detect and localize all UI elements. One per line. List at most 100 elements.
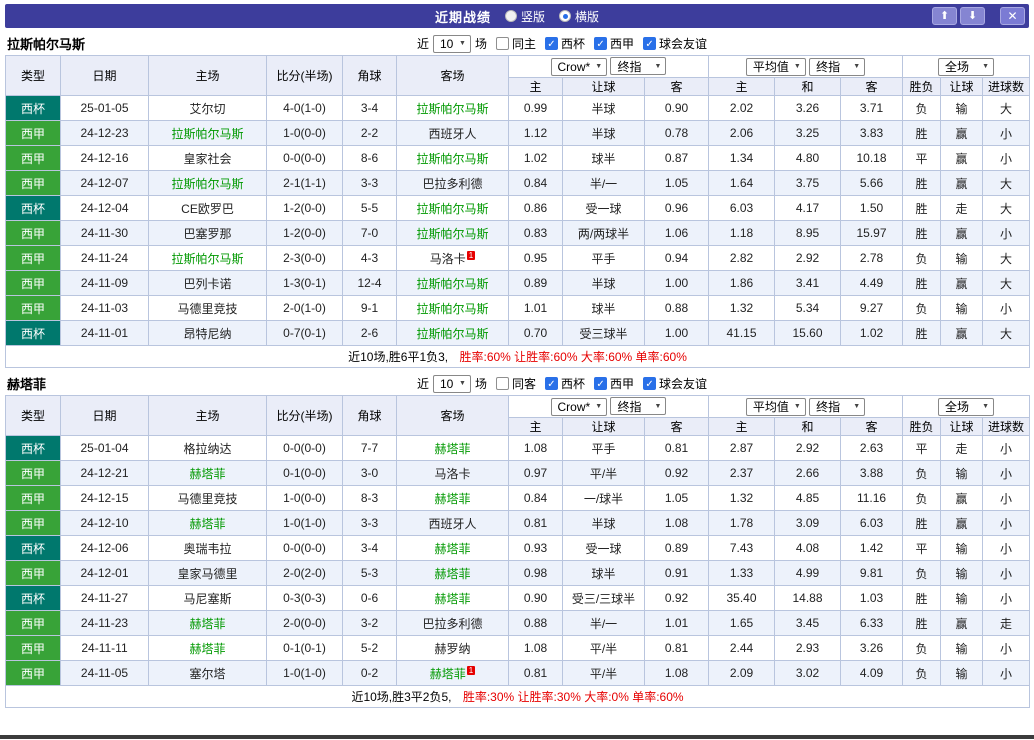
odds-home: 1.02 <box>508 145 563 171</box>
away-team: 拉斯帕尔马斯 <box>396 95 509 121</box>
league-filter-liga[interactable]: ✓ 西甲 <box>594 375 634 392</box>
final-index-select[interactable]: 终指 ▼ <box>809 397 866 416</box>
league-filter-friendly[interactable]: ✓ 球会友谊 <box>643 375 707 392</box>
league-filter-label: 球会友谊 <box>659 377 708 391</box>
odds-handicap: 一/球半 <box>562 485 645 511</box>
summary-rates: 胜率:30% 让胜率:30% 大率:0% 单率:60% <box>462 690 684 704</box>
result-handicap: 输 <box>940 535 984 561</box>
home-team: 昂特尼纳 <box>148 320 267 346</box>
avg-draw: 15.60 <box>774 320 841 346</box>
league-badge: 西杯 <box>5 435 61 461</box>
home-team: 马德里竞技 <box>148 295 267 321</box>
result-goals: 大 <box>982 320 1031 346</box>
match-row: 西甲 24-11-09 巴列卡诺 1-3(0-1) 12-4 拉斯帕尔马斯 0.89 半球 1.… <box>5 270 1031 296</box>
league-filter-cup[interactable]: ✓ 西杯 <box>545 35 585 52</box>
odds-home: 0.89 <box>508 270 563 296</box>
bookmaker-select[interactable]: Crow* ▼ <box>550 57 608 76</box>
league-badge: 西甲 <box>5 560 61 586</box>
bookmaker-select[interactable]: Crow* ▼ <box>550 397 608 416</box>
average-select[interactable]: 平均值 ▼ <box>745 397 806 416</box>
odds-handicap: 平手 <box>562 435 645 461</box>
bookmaker-value: Crow* <box>557 59 591 74</box>
result-wdl: 胜 <box>902 170 942 196</box>
average-select[interactable]: 平均值 ▼ <box>745 57 806 76</box>
match-row: 西甲 24-12-10 赫塔菲 1-0(1-0) 3-3 西班牙人 0.81 半球 1.08 1.… <box>5 510 1031 536</box>
league-badge: 西甲 <box>5 485 61 511</box>
col-odds-away: 客 <box>644 417 709 436</box>
score: 2-0(0-0) <box>266 610 343 636</box>
home-team: 拉斯帕尔马斯 <box>148 245 267 271</box>
league-badge: 西甲 <box>5 460 61 486</box>
result-goals: 大 <box>982 245 1031 271</box>
match-row: 西甲 24-12-21 赫塔菲 0-1(0-0) 3-0 马洛卡 0.97 平/半 0.92 2.… <box>5 460 1031 486</box>
avg-away: 2.78 <box>839 245 904 271</box>
result-handicap: 输 <box>940 95 984 121</box>
league-badge: 西杯 <box>5 585 61 611</box>
league-filter-liga[interactable]: ✓ 西甲 <box>594 35 634 52</box>
col-odds-home: 主 <box>508 77 563 96</box>
league-filter-cup[interactable]: ✓ 西杯 <box>545 375 585 392</box>
layout-radio-horizontal[interactable]: 横版 <box>559 8 599 25</box>
avg-home: 41.15 <box>708 320 775 346</box>
full-match-select[interactable]: 全场 ▼ <box>938 57 995 76</box>
corners: 3-4 <box>342 535 397 561</box>
col-avg-draw: 和 <box>774 417 841 436</box>
team-name-text: 格拉纳达 <box>183 441 232 456</box>
same-venue-checkbox[interactable]: 同客 <box>495 375 536 392</box>
corners: 5-5 <box>342 195 397 221</box>
match-count-select[interactable]: 10 ▼ <box>432 374 471 393</box>
odds-handicap: 受三/三球半 <box>562 585 645 611</box>
home-team: 巴列卡诺 <box>148 270 267 296</box>
full-match-value: 全场 <box>945 60 970 74</box>
col-result: 胜负 <box>902 77 942 96</box>
col-type: 类型 <box>5 395 61 436</box>
odds-away: 1.00 <box>644 270 709 296</box>
score: 0-1(0-0) <box>266 460 343 486</box>
move-up-button[interactable]: ⬆ <box>932 7 957 25</box>
league-filter-friendly[interactable]: ✓ 球会友谊 <box>643 35 707 52</box>
col-corner: 角球 <box>342 395 397 436</box>
league-badge: 西甲 <box>5 510 61 536</box>
result-handicap: 输 <box>940 660 984 686</box>
final-index-select[interactable]: 终指 ▼ <box>809 57 866 76</box>
score: 1-0(0-0) <box>266 485 343 511</box>
match-date: 24-12-01 <box>60 560 149 586</box>
final-index-select[interactable]: 终指 ▼ <box>610 397 667 416</box>
odds-away: 0.81 <box>644 635 709 661</box>
radio-icon <box>504 10 517 22</box>
col-avg-away: 客 <box>839 417 904 436</box>
same-venue-checkbox[interactable]: 同主 <box>495 35 536 52</box>
avg-draw: 14.88 <box>774 585 841 611</box>
odds-away: 1.08 <box>644 660 709 686</box>
avg-home: 2.06 <box>708 120 775 146</box>
result-wdl: 负 <box>902 660 942 686</box>
full-match-select[interactable]: 全场 ▼ <box>938 397 995 416</box>
odds-away: 0.88 <box>644 295 709 321</box>
red-card-icon: 1 <box>466 250 476 260</box>
home-team: 赫塔菲 <box>148 510 267 536</box>
result-goals: 小 <box>982 295 1031 321</box>
col-away: 客场 <box>396 55 509 96</box>
team-name-text: 马洛卡 <box>429 251 466 266</box>
result-wdl: 平 <box>902 145 942 171</box>
same-venue-label: 同主 <box>511 37 536 51</box>
result-wdl: 负 <box>902 560 942 586</box>
close-button[interactable]: ✕ <box>1000 7 1025 25</box>
league-badge: 西甲 <box>5 635 61 661</box>
score: 1-0(1-0) <box>266 660 343 686</box>
result-wdl: 负 <box>902 635 942 661</box>
chevron-down-icon: ▼ <box>459 40 466 47</box>
home-team: 马德里竞技 <box>148 485 267 511</box>
layout-radio-vertical[interactable]: 竖版 <box>504 8 545 25</box>
score: 0-7(0-1) <box>266 320 343 346</box>
match-count-select[interactable]: 10 ▼ <box>432 34 471 53</box>
near-label: 近 <box>416 377 429 391</box>
match-row: 西甲 24-12-23 拉斯帕尔马斯 1-0(0-0) 2-2 西班牙人 1.12 半球 0.7… <box>5 120 1031 146</box>
result-wdl: 胜 <box>902 120 942 146</box>
odds-home: 0.70 <box>508 320 563 346</box>
result-wdl: 负 <box>902 245 942 271</box>
avg-draw: 4.08 <box>774 535 841 561</box>
final-index-select[interactable]: 终指 ▼ <box>610 57 667 76</box>
move-down-button[interactable]: ⬇ <box>960 7 985 25</box>
match-row: 西杯 24-11-27 马尼塞斯 0-3(0-3) 0-6 赫塔菲 0.90 受三/三球半 0.… <box>5 585 1031 611</box>
